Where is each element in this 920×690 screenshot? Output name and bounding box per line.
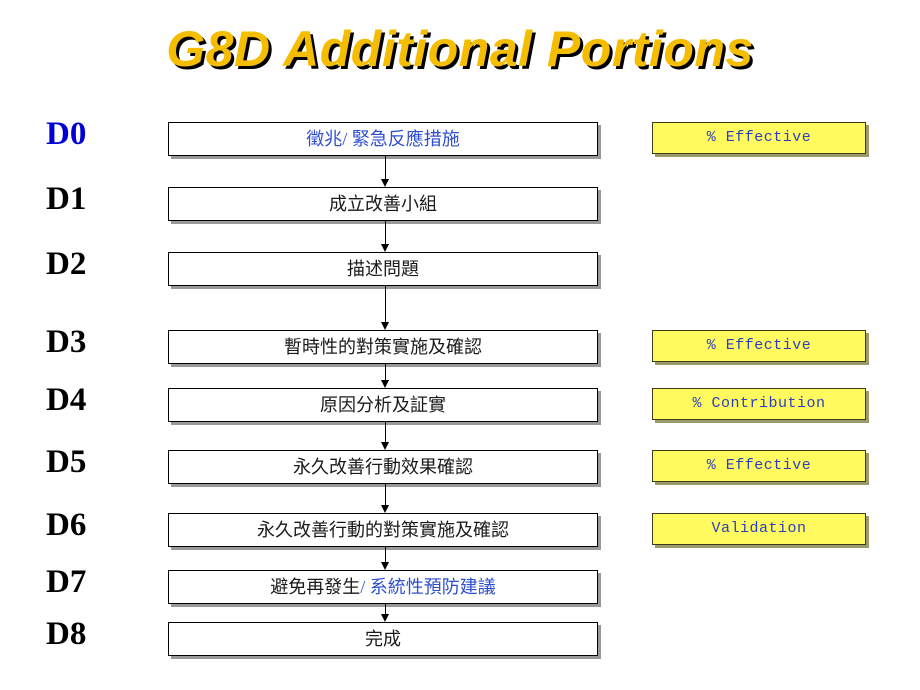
arrow-shaft <box>385 422 386 443</box>
metric-badge-d6[interactable]: Validation <box>652 513 866 545</box>
arrow-shaft <box>385 484 386 506</box>
flow-row-d1: D1 成立改善小組 <box>0 181 920 223</box>
step-label-d4: D4 <box>46 382 87 418</box>
arrow-shaft <box>385 547 386 563</box>
step-box-d2[interactable]: 描述問題 <box>168 252 598 286</box>
step-label-d0: D0 <box>46 116 87 152</box>
flow-arrow-d1-to-d2 <box>381 221 390 252</box>
step-box-text: 永久改善行動效果確認 <box>293 457 473 477</box>
flow-row-d4: D4 原因分析及証實 % Contribution <box>0 382 920 424</box>
step-label-d1: D1 <box>46 181 87 217</box>
arrow-head-icon <box>381 562 389 570</box>
step-box-text: 避免再發生/ 系統性預防建議 <box>169 571 597 603</box>
step-box-text-black-segment: 避免再發生 <box>270 577 361 597</box>
step-box-text: 徵兆/ 緊急反應措施 <box>306 129 460 149</box>
metric-badge-d4[interactable]: % Contribution <box>652 388 866 420</box>
arrow-shaft <box>385 156 386 180</box>
arrow-shaft <box>385 286 386 323</box>
step-box-d4[interactable]: 原因分析及証實 <box>168 388 598 422</box>
flow-arrow-d2-to-d3 <box>381 286 390 330</box>
flow-arrow-d5-to-d6 <box>381 484 390 513</box>
step-label-d5: D5 <box>46 444 87 480</box>
step-label-d2: D2 <box>46 246 87 282</box>
step-box-d6[interactable]: 永久改善行動的對策實施及確認 <box>168 513 598 547</box>
step-box-d8[interactable]: 完成 <box>168 622 598 656</box>
arrow-head-icon <box>381 380 389 388</box>
flow-arrow-d7-to-d8 <box>381 604 390 622</box>
step-box-text: 成立改善小組 <box>329 194 437 214</box>
metric-badge-label: % Contribution <box>692 395 826 412</box>
page-title: G8D Additional Portions <box>166 21 754 77</box>
step-label-d6: D6 <box>46 507 87 543</box>
flow-arrow-d6-to-d7 <box>381 547 390 570</box>
step-box-text: 永久改善行動的對策實施及確認 <box>257 520 509 540</box>
flow-row-d2: D2 描述問題 <box>0 246 920 288</box>
metric-badge-label: Validation <box>711 520 807 537</box>
flow-arrow-d4-to-d5 <box>381 422 390 450</box>
flow-row-d5: D5 永久改善行動效果確認 % Effective <box>0 444 920 486</box>
step-box-text: 原因分析及証實 <box>320 395 446 415</box>
flow-arrow-d3-to-d4 <box>381 364 390 388</box>
flow-arrow-d0-to-d1 <box>381 156 390 187</box>
step-box-text-blue-segment: / 系統性預防建議 <box>360 577 496 597</box>
arrow-shaft <box>385 221 386 245</box>
arrow-head-icon <box>381 244 389 252</box>
arrow-head-icon <box>381 179 389 187</box>
metric-badge-d3[interactable]: % Effective <box>652 330 866 362</box>
step-box-d3[interactable]: 暫時性的對策實施及確認 <box>168 330 598 364</box>
step-box-d0[interactable]: 徵兆/ 緊急反應措施 <box>168 122 598 156</box>
metric-badge-d5[interactable]: % Effective <box>652 450 866 482</box>
arrow-head-icon <box>381 442 389 450</box>
step-box-d1[interactable]: 成立改善小組 <box>168 187 598 221</box>
metric-badge-d0[interactable]: % Effective <box>652 122 866 154</box>
arrow-head-icon <box>381 614 389 622</box>
flow-row-d8: D8 完成 <box>0 616 920 658</box>
step-label-d8: D8 <box>46 616 87 652</box>
arrow-shaft <box>385 364 386 381</box>
step-box-d5[interactable]: 永久改善行動效果確認 <box>168 450 598 484</box>
step-box-text: 暫時性的對策實施及確認 <box>284 337 482 357</box>
metric-badge-label: % Effective <box>706 129 812 146</box>
step-label-d3: D3 <box>46 324 87 360</box>
step-box-text: 描述問題 <box>347 259 419 279</box>
metric-badge-label: % Effective <box>706 457 812 474</box>
flow-row-d0: D0 徵兆/ 緊急反應措施 % Effective <box>0 116 920 158</box>
metric-badge-label: % Effective <box>706 337 812 354</box>
step-label-d7: D7 <box>46 564 87 600</box>
flow-row-d6: D6 永久改善行動的對策實施及確認 Validation <box>0 507 920 549</box>
flow-row-d7: D7 避免再發生/ 系統性預防建議 <box>0 564 920 606</box>
flow-row-d3: D3 暫時性的對策實施及確認 % Effective <box>0 324 920 366</box>
arrow-head-icon <box>381 505 389 513</box>
step-box-text: 完成 <box>365 629 401 649</box>
step-box-d7[interactable]: 避免再發生/ 系統性預防建議 <box>168 570 598 604</box>
arrow-head-icon <box>381 322 389 330</box>
